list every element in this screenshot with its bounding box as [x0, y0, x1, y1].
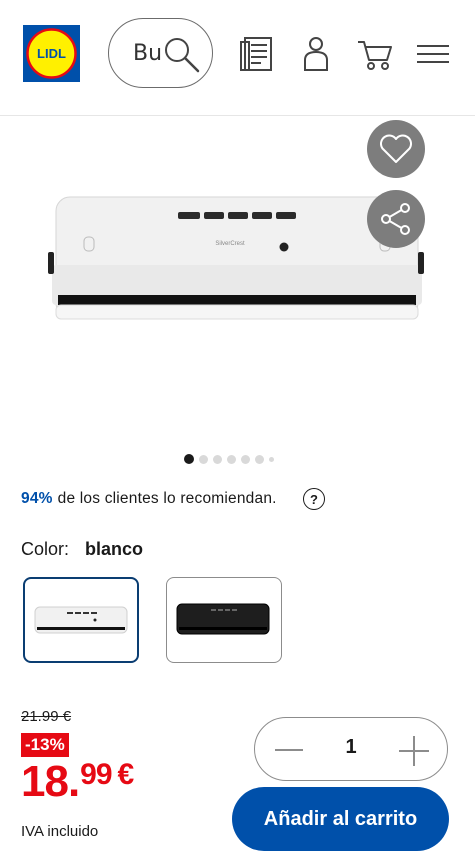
pagination-dot[interactable]: [199, 454, 208, 464]
quantity-value[interactable]: 1: [341, 736, 361, 759]
price-decimals: 99: [80, 758, 112, 791]
share-icon: [381, 203, 410, 235]
product-brand: SilverCrest: [215, 241, 245, 247]
pagination-dot[interactable]: [213, 454, 222, 464]
cart-icon[interactable]: [355, 34, 395, 74]
help-icon[interactable]: ?: [303, 488, 325, 510]
search-icon[interactable]: [162, 35, 202, 75]
search-box[interactable]: Bu: [108, 18, 213, 88]
search-placeholder: Bu: [133, 41, 163, 66]
menu-icon[interactable]: [413, 34, 453, 74]
recommendation-text: 94% de los clientes lo recomiendan.: [21, 488, 277, 510]
increase-quantity-button[interactable]: [399, 736, 429, 766]
price-currency: €: [117, 758, 135, 791]
quantity-stepper: 1: [254, 717, 448, 781]
header: LIDL Bu: [0, 0, 475, 116]
pagination-dot[interactable]: [269, 456, 274, 462]
tax-note: IVA incluido: [21, 823, 99, 840]
user-icon[interactable]: [296, 34, 336, 74]
pagination-dot[interactable]: [255, 454, 264, 464]
white-variant-thumbnail: [34, 606, 128, 634]
product-gallery[interactable]: SilverCrest: [0, 117, 475, 477]
gallery-pagination[interactable]: [184, 453, 274, 465]
discount-badge: -13%: [21, 733, 69, 757]
black-variant-thumbnail: [176, 603, 270, 635]
color-label: Color:: [21, 539, 70, 559]
favorite-button[interactable]: [367, 120, 425, 178]
pagination-dot[interactable]: [241, 454, 250, 464]
color-selector-label: Color: blanco: [21, 539, 143, 560]
price-integer: 18.: [21, 757, 80, 806]
leaflet-icon[interactable]: [237, 34, 277, 74]
current-price: 18. 99 €: [21, 757, 135, 806]
color-value: blanco: [85, 539, 144, 559]
add-to-cart-button[interactable]: Añadir al carrito: [232, 787, 449, 851]
original-price: 21.99 €: [21, 708, 72, 725]
pagination-dot[interactable]: [184, 454, 194, 464]
logo-text: LIDL: [37, 46, 66, 61]
recommendation-label: de los clientes lo recomiendan.: [57, 490, 277, 507]
decrease-quantity-button[interactable]: [275, 738, 303, 762]
heart-icon: [380, 134, 412, 163]
color-option-white[interactable]: [23, 577, 139, 663]
pagination-dot[interactable]: [227, 454, 236, 464]
recommendation-percent: 94%: [21, 490, 53, 507]
share-button[interactable]: [367, 190, 425, 248]
color-option-black[interactable]: [166, 577, 282, 663]
lidl-logo[interactable]: LIDL: [23, 25, 80, 82]
